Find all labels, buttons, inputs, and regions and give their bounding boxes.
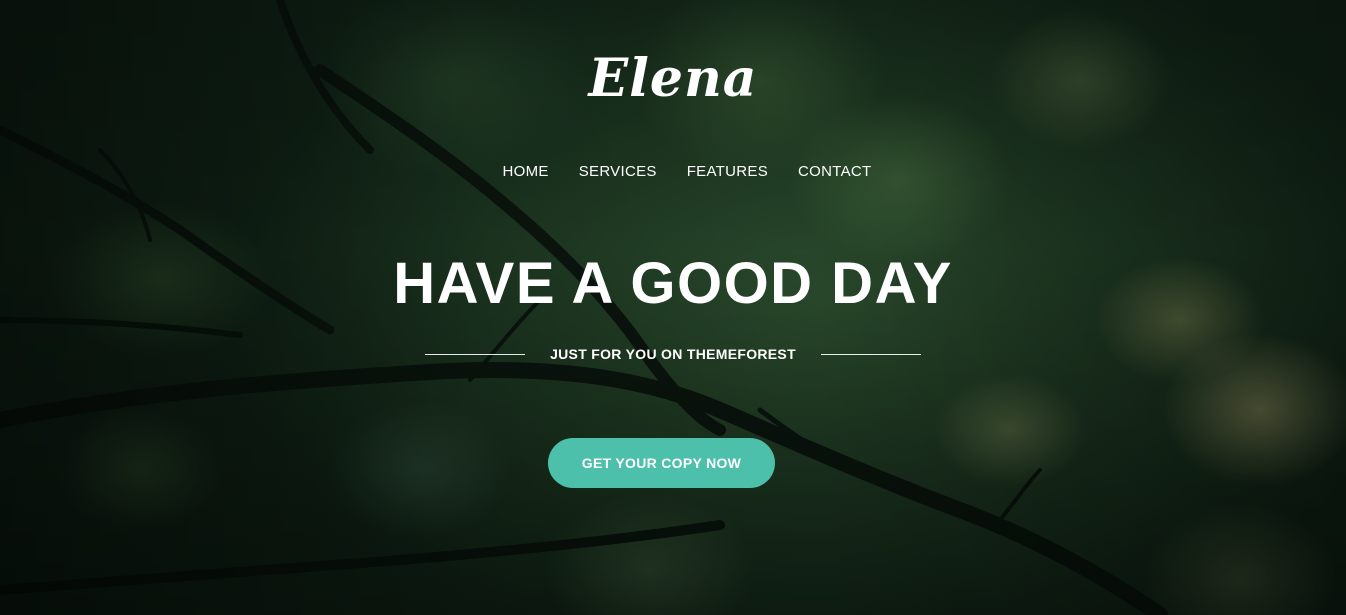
hero-section: Elena HOME SERVICES FEATURES CONTACT HAV…: [0, 0, 1346, 615]
site-logo[interactable]: Elena: [0, 48, 1346, 109]
nav-item-features[interactable]: FEATURES: [687, 163, 768, 180]
nav-item-contact[interactable]: CONTACT: [798, 163, 871, 180]
nav-item-home[interactable]: HOME: [503, 163, 549, 180]
get-copy-button[interactable]: GET YOUR COPY NOW: [548, 438, 775, 488]
hero-subheadline-row: JUST FOR YOU ON THEMEFOREST: [0, 346, 1346, 362]
nav-item-services[interactable]: SERVICES: [579, 163, 657, 180]
main-nav: HOME SERVICES FEATURES CONTACT: [0, 163, 1346, 180]
right-divider-line: [820, 353, 921, 355]
hero-headline: HAVE A GOOD DAY: [393, 251, 953, 316]
hero-subheadline: JUST FOR YOU ON THEMEFOREST: [550, 346, 796, 362]
left-divider-line: [425, 353, 526, 355]
